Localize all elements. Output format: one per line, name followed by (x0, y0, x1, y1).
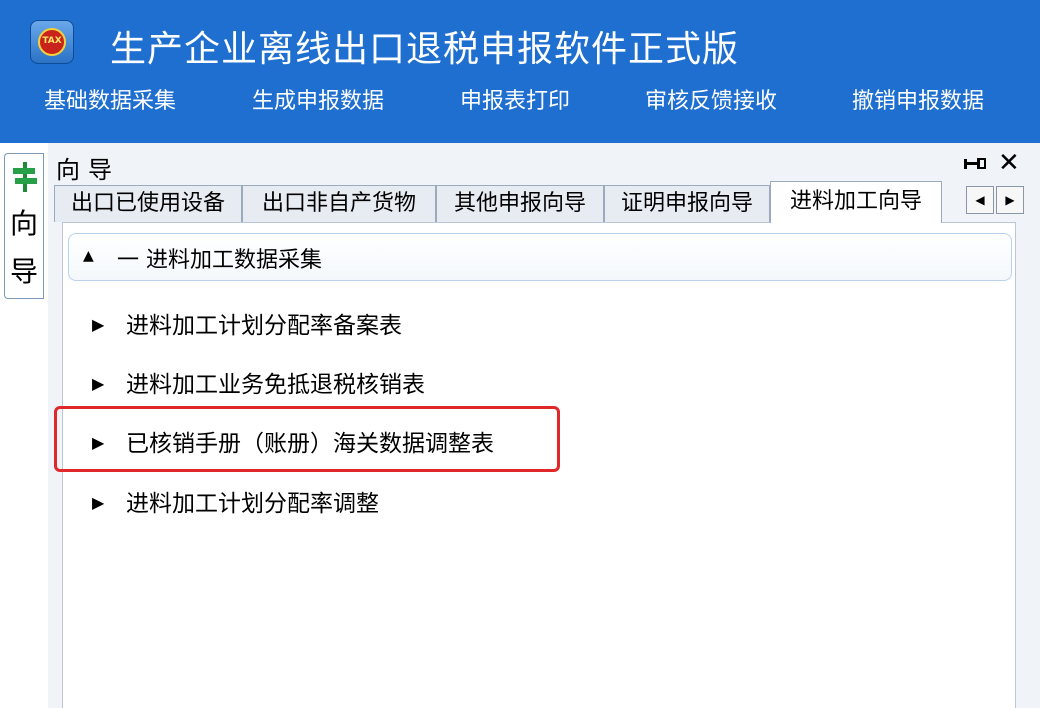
logo-text: TAX (42, 36, 62, 46)
list-item-label: 进料加工计划分配率调整 (126, 491, 379, 517)
app-header: TAX 生产企业离线出口退税申报软件正式版 基础数据采集 生成申报数据 申报表打… (0, 0, 1040, 143)
menu-item-audit-feedback[interactable]: 审核反馈接收 (645, 84, 777, 120)
tab-export-used-equipment[interactable]: 出口已使用设备 (54, 185, 242, 222)
close-icon[interactable]: ✕ (998, 148, 1020, 178)
side-tab-label: 向 导 (9, 207, 38, 288)
app-title: 生产企业离线出口退税申报软件正式版 (110, 29, 740, 70)
tab-processing-import-guide[interactable]: 进料加工向导 (770, 181, 942, 223)
group-label: 一 进料加工数据采集 (117, 248, 322, 273)
menu-item-basic-data[interactable]: 基础数据采集 (44, 84, 176, 120)
signpost-icon (13, 162, 37, 192)
list-item-label: 进料加工计划分配率备案表 (126, 313, 402, 339)
list-item-label: 进料加工业务免抵退税核销表 (126, 372, 425, 398)
tab-other-declaration-guide[interactable]: 其他申报向导 (436, 185, 604, 222)
menu-item-generate-declaration[interactable]: 生成申报数据 (252, 84, 384, 120)
side-tab-guide[interactable]: 向 导 (4, 153, 44, 299)
panel-title: 向导 (56, 156, 120, 184)
menu-bar: 基础数据采集 生成申报数据 申报表打印 审核反馈接收 撤销申报数据 (0, 84, 1040, 120)
group-header-processing-data[interactable]: ▲ 一 进料加工数据采集 (68, 233, 1012, 281)
tab-certificate-declaration-guide[interactable]: 证明申报向导 (604, 185, 770, 222)
tab-export-non-self-produced[interactable]: 出口非自产货物 (242, 185, 436, 222)
highlight-box (54, 406, 560, 472)
collapse-icon: ▲ (83, 248, 94, 264)
app-logo-icon: TAX (30, 20, 74, 64)
triangle-right-icon: ▶ (92, 374, 105, 393)
pin-icon[interactable] (962, 154, 988, 174)
menu-item-revoke-declaration[interactable]: 撤销申报数据 (852, 84, 984, 120)
triangle-right-icon: ▶ (92, 493, 105, 512)
triangle-right-icon: ▶ (92, 315, 105, 334)
tab-scroll-left-button[interactable]: ◀ (966, 186, 994, 214)
menu-item-print-forms[interactable]: 申报表打印 (460, 84, 570, 120)
tab-scroll-right-button[interactable]: ▶ (996, 186, 1024, 214)
